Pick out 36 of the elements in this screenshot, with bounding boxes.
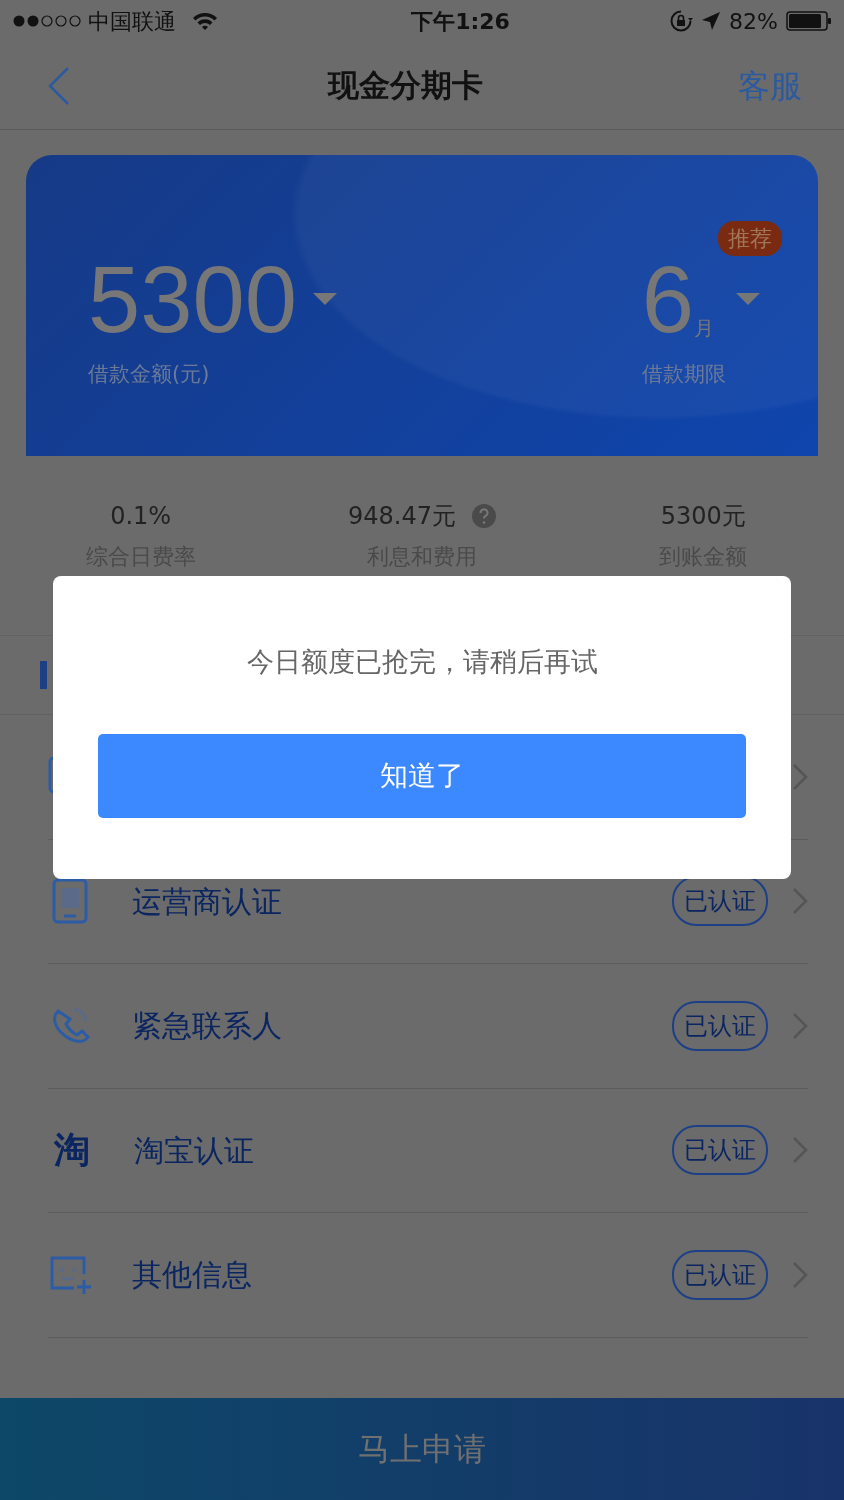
battery-icon [786, 11, 832, 31]
battery-percent: 82% [729, 7, 778, 36]
term-unit: 月 [694, 315, 714, 342]
verification-title: 紧急联系人 [132, 1007, 283, 1046]
carrier-name: 中国联通 [88, 7, 176, 36]
stat-value: 948.47元 [348, 501, 456, 532]
status-tag: 已认证 [672, 1000, 768, 1051]
stat-value: 5300元 [660, 501, 746, 532]
status-tag: 已认证 [672, 1125, 768, 1176]
verification-title: 其他信息 [132, 1256, 253, 1295]
stat-value: 0.1% [110, 501, 172, 532]
dialog-message: 今日额度已抢完，请稍后再试 [246, 645, 598, 679]
status-time: 下午1:26 [410, 7, 511, 36]
section-marker [40, 661, 47, 689]
apply-button[interactable]: 马上申请 [0, 1398, 844, 1500]
recommend-badge: 推荐 [718, 221, 782, 256]
caret-icon [313, 293, 338, 307]
ok-button[interactable]: 知道了 [98, 733, 746, 818]
taobao-icon: 淘 [48, 1123, 96, 1178]
amount-label: 借款金额(元) [88, 361, 211, 388]
verification-title: 运营商认证 [132, 882, 283, 921]
verification-title: 淘宝认证 [134, 1131, 255, 1170]
rotation-lock-icon [669, 9, 694, 33]
term-selector[interactable]: 6 [641, 253, 694, 347]
back-icon[interactable] [46, 65, 72, 106]
caret-icon [736, 293, 760, 307]
term-label: 借款期限 [641, 361, 727, 388]
location-arrow-icon [701, 11, 722, 31]
wifi-icon [192, 11, 218, 31]
amount-selector[interactable]: 5300 [88, 253, 298, 347]
page-title: 现金分期卡 [327, 66, 483, 106]
help-icon[interactable] [472, 504, 496, 528]
signal-icon [12, 14, 84, 28]
service-link[interactable]: 客服 [738, 61, 802, 110]
chevron-right-icon[interactable] [792, 762, 808, 791]
status-tag: 已认证 [672, 1249, 768, 1300]
